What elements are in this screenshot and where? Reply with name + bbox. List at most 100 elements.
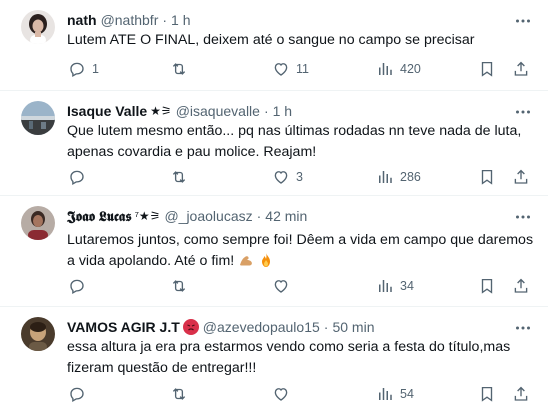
share-button[interactable] [512,167,530,187]
display-name[interactable]: VAMOS AGIR J.T [67,318,180,336]
bookmark-button[interactable] [478,167,496,187]
fire-emoji-icon [262,253,271,267]
share-button[interactable] [512,276,530,296]
like-icon [274,171,288,184]
tweet-text: Que lutem mesmo então... pq nas últimas … [67,121,537,163]
action-bar: 1 11 420 [64,59,534,79]
views-count: 34 [400,279,414,293]
handle[interactable]: @nathbfr [101,11,159,29]
like-button[interactable]: 11 [272,59,309,79]
retweet-button[interactable] [170,167,188,187]
like-count: 3 [296,170,303,184]
retweet-button[interactable] [170,276,188,296]
tweet-text-line-with-emoji: a vida apolando. Até o fim! [67,251,537,272]
avatar[interactable] [21,10,55,44]
tweet-4[interactable]: VAMOS AGIR J.T @azevedopaulo15 · 50 min … [0,307,548,416]
timestamp[interactable]: 1 h [171,11,190,29]
bookmark-icon [481,61,493,77]
tweet-text: Lutaremos juntos, como sempre foi! Dêem … [67,230,537,272]
retweet-button[interactable] [170,384,188,404]
name-decoration: ★⚞ [150,104,172,118]
bookmark-button[interactable] [478,276,496,296]
tweet-2[interactable]: Isaque Valle ★⚞ @isaquevalle · 1 h Que l… [0,91,548,196]
views-icon [379,63,392,75]
like-button[interactable] [272,384,290,404]
views-button[interactable]: 34 [376,276,414,296]
avatar[interactable] [21,317,55,351]
tweet-text: Lutem ATE O FINAL, deixem até o sangue n… [67,30,537,51]
avatar[interactable] [21,101,55,135]
retweet-button[interactable] [170,59,188,79]
bookmark-icon [481,386,493,402]
like-count: 11 [296,62,309,76]
views-count: 54 [400,387,414,401]
like-button[interactable] [272,276,290,296]
tweet-3[interactable]: 𝕵𝖔𝖆𝖔 𝕷𝖚𝖈𝖆𝖘 ⁷★⚞ @_joaolucasz · 42 min Lut… [0,196,548,307]
timestamp[interactable]: 50 min [332,318,374,336]
handle[interactable]: @_joaolucasz [164,207,252,225]
bookmark-icon [481,169,493,185]
retweet-icon [172,388,186,400]
avatar[interactable] [21,206,55,240]
views-button[interactable]: 420 [376,59,421,79]
reply-icon [70,279,84,294]
tweet-text-line: apenas covardia e pau molice. Reajam! [67,144,317,160]
reply-button[interactable] [68,276,86,296]
separator: · [162,12,168,28]
angry-face-emoji-icon [182,319,199,335]
separator: · [256,208,262,224]
display-name[interactable]: Isaque Valle [67,102,147,120]
handle[interactable]: @isaquevalle [176,102,260,120]
tweet-text-line: Lutaremos juntos, como sempre foi! Dêem … [67,232,534,248]
like-button[interactable]: 3 [272,167,303,187]
reply-icon [70,170,84,185]
tweet-1[interactable]: nath @nathbfr · 1 h Lutem ATE O FINAL, d… [0,0,548,91]
more-icon[interactable] [514,12,532,30]
retweet-icon [172,171,186,183]
tweet-text-line: Lutem ATE O FINAL, deixem até o sangue n… [67,32,475,48]
share-button[interactable] [512,384,530,404]
share-icon [514,278,528,293]
handle[interactable]: @azevedopaulo15 [203,318,320,336]
action-bar: 54 [64,384,534,404]
more-icon[interactable] [514,319,532,337]
more-icon[interactable] [514,103,532,121]
more-icon[interactable] [514,208,532,226]
views-button[interactable]: 286 [376,167,421,187]
share-button[interactable] [512,59,530,79]
separator: · [263,103,269,119]
flexed-biceps-emoji-icon [240,256,253,266]
separator: · [323,319,329,335]
action-bar: 3 286 [64,167,534,187]
reply-count: 1 [92,62,99,76]
tweet-text-line: a vida apolando. Até o fim! [67,253,235,269]
reply-button[interactable]: 1 [68,59,99,79]
views-count: 286 [400,170,421,184]
views-icon [379,171,392,183]
bookmark-button[interactable] [478,384,496,404]
action-bar: 34 [64,276,534,296]
tweet-text: essa altura ja era pra estarmos vendo co… [67,337,537,379]
display-name[interactable]: nath [67,11,97,29]
like-icon [274,63,288,76]
tweet-text-line: fizeram questão de entregar!!! [67,360,257,376]
like-icon [274,388,288,401]
display-name[interactable]: 𝕵𝖔𝖆𝖔 𝕷𝖚𝖈𝖆𝖘 [67,207,132,225]
like-icon [274,280,288,293]
reply-button[interactable] [68,167,86,187]
retweet-icon [172,280,186,292]
timestamp[interactable]: 1 h [273,102,292,120]
reply-button[interactable] [68,384,86,404]
tweet-text-line: essa altura ja era pra estarmos vendo co… [67,339,511,355]
tweet-text-line: Que lutem mesmo então... pq nas últimas … [67,123,522,139]
reply-icon [70,62,84,77]
name-decoration: ⁷★⚞ [134,209,161,223]
timestamp[interactable]: 42 min [265,207,307,225]
share-icon [514,61,528,76]
reply-icon [70,387,84,402]
bookmark-button[interactable] [478,59,496,79]
views-button[interactable]: 54 [376,384,414,404]
bookmark-icon [481,278,493,294]
views-icon [379,280,392,292]
share-icon [514,386,528,401]
